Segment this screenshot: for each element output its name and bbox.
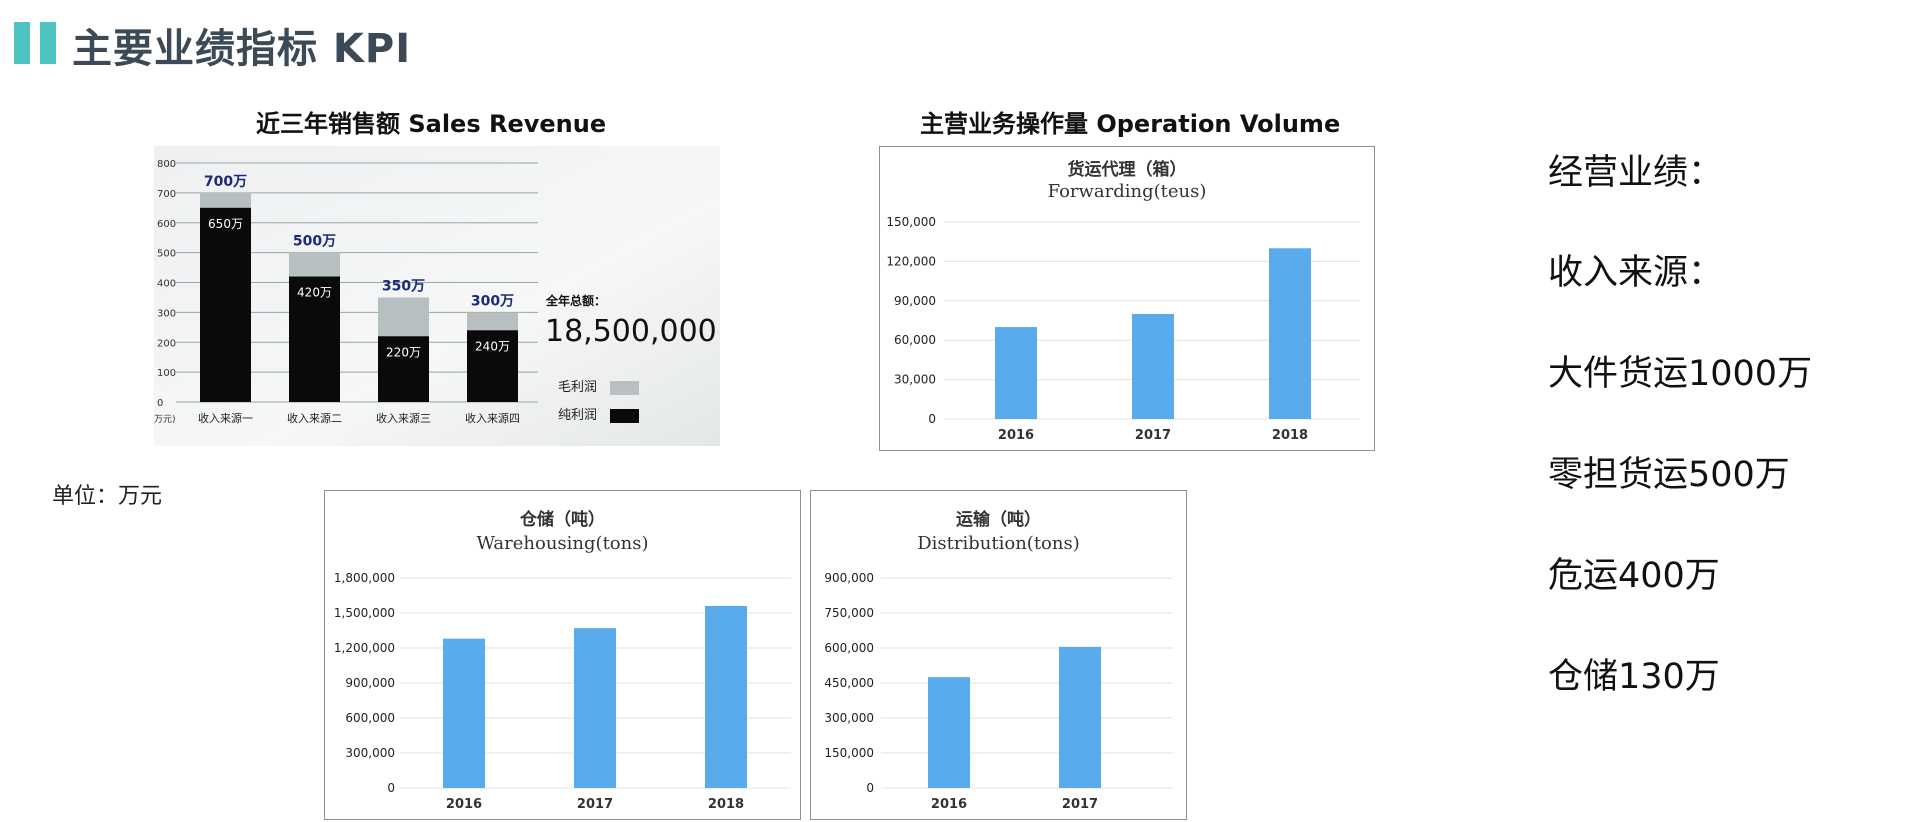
sales-revenue-chart: 0 100 200 300 400 500 600 700 800 700万 650万收入来源一 50… [154, 146, 720, 446]
y-tick-label: 450,000 [824, 676, 874, 690]
gross-value-label: 500万 [293, 234, 336, 250]
net-value-label: 240万 [475, 339, 510, 353]
bar [995, 327, 1037, 419]
forwarding-chart-panel: 货运代理（箱） Forwarding(teus) 0 30,000 60,000 90… [879, 146, 1375, 451]
y-tick-label: 0 [866, 781, 874, 795]
y-tick-label: 90,000 [894, 294, 936, 308]
forwarding-bar-chart: 0 30,000 60,000 90,000 120,000 150,000 2016 201… [886, 215, 1360, 443]
bar [1059, 646, 1101, 788]
accent-bar [40, 22, 56, 64]
y-tick-label: 100 [157, 368, 176, 379]
net-value-label: 420万 [297, 286, 332, 300]
x-category-label: 收入来源一 [198, 411, 253, 425]
gross-value-label: 350万 [382, 278, 425, 294]
y-tick-label: 1,200,000 [334, 641, 395, 655]
page-title: 主要业绩指标 KPI [72, 26, 412, 72]
net-profit-bar [200, 207, 251, 402]
total-label: 全年总额： [545, 293, 606, 308]
y-tick-label: 300,000 [345, 746, 395, 760]
unit-label: 单位：万元 [52, 484, 163, 509]
y-tick-label: 900,000 [824, 571, 874, 585]
y-tick-label: 900,000 [345, 676, 395, 690]
x-tick-label: 2018 [708, 797, 744, 812]
y-tick-label: 120,000 [886, 254, 936, 268]
y-tick-label: 400 [157, 279, 176, 290]
y-tick-label: 1,800,000 [334, 571, 395, 585]
gross-value-label: 700万 [204, 174, 247, 190]
y-tick-label: 600,000 [824, 641, 874, 655]
sales-chart-heading: 近三年销售额 Sales Revenue [256, 110, 607, 138]
y-tick-label: 600,000 [345, 711, 395, 725]
y-tick-label: 150,000 [886, 215, 936, 229]
legend-net-label: 纯利润 [558, 408, 597, 423]
y-tick-label: 750,000 [824, 606, 874, 620]
net-value-label: 220万 [386, 345, 421, 359]
accent-bar [14, 22, 30, 64]
x-tick-label: 2018 [1272, 428, 1308, 443]
total-value: 18,500,000 [545, 314, 717, 349]
y-tick-label: 300 [157, 308, 176, 319]
bar [1269, 248, 1311, 419]
x-tick-label: 2017 [1135, 428, 1171, 443]
warehousing-bar-chart: 0 300,000 600,000 900,000 1,200,000 1,500,000… [334, 571, 791, 812]
y-tick-label: 200 [157, 338, 176, 349]
revenue-source-heading: 收入来源： [1548, 253, 1724, 293]
bar [574, 628, 616, 788]
distribution-bar-chart: 0 150,000 300,000 450,000 600,000 750,000 900,… [824, 571, 1173, 812]
y-tick-label: 0 [387, 781, 395, 795]
operation-chart-heading: 主营业务操作量 Operation Volume [920, 110, 1341, 138]
net-value-label: 650万 [208, 217, 243, 231]
revenue-item-hazardous: 危运400万 [1548, 556, 1720, 596]
legend-gross-swatch [610, 381, 639, 395]
x-tick-label: 2017 [577, 797, 613, 812]
y-tick-label: 1,500,000 [334, 606, 395, 620]
legend-net-swatch [610, 409, 639, 423]
title-accent-bars [14, 22, 58, 64]
x-category-label: 收入来源四 [465, 411, 520, 425]
bar [443, 638, 485, 788]
y-tick-label: 500 [157, 249, 176, 260]
bar [928, 677, 970, 788]
y-tick-label: 600 [157, 219, 176, 230]
bar [705, 606, 747, 788]
x-tick-label: 2016 [446, 797, 482, 812]
y-tick-label: 150,000 [824, 746, 874, 760]
y-tick-label: 700 [157, 189, 176, 200]
bar [1132, 313, 1174, 419]
y-tick-label: 60,000 [894, 333, 936, 347]
performance-heading: 经营业绩： [1548, 153, 1724, 193]
x-category-label: 收入来源三 [376, 411, 431, 425]
x-tick-label: 2016 [998, 428, 1034, 443]
x-tick-label: 2017 [1062, 797, 1098, 812]
gross-value-label: 300万 [471, 293, 514, 309]
legend-gross-label: 毛利润 [558, 380, 597, 395]
unit-tick-label: 万元) [154, 415, 176, 425]
y-tick-label: 300,000 [824, 711, 874, 725]
x-tick-label: 2016 [931, 797, 967, 812]
distribution-chart-panel: 运输（吨） Distribution(tons) 0 150,000 300,000… [810, 490, 1187, 820]
revenue-item-storage: 仓储130万 [1548, 657, 1720, 697]
y-tick-label: 800 [157, 159, 176, 170]
y-tick-label: 30,000 [894, 373, 936, 387]
x-category-label: 收入来源二 [287, 411, 342, 425]
y-tick-label: 0 [928, 412, 936, 426]
revenue-item-ltl-freight: 零担货运500万 [1548, 455, 1790, 495]
warehousing-chart-panel: 仓储（吨） Warehousing(tons) 0 300,000 600,000 9… [324, 490, 801, 820]
y-tick-label: 0 [157, 398, 163, 409]
revenue-item-heavy-cargo: 大件货运1000万 [1548, 354, 1813, 394]
